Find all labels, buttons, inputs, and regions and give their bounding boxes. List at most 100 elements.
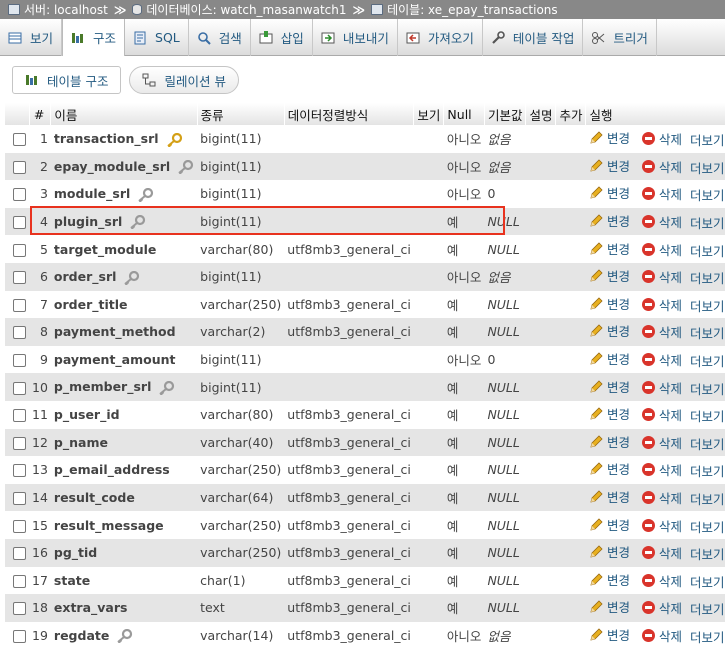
column-name[interactable]: state [54, 573, 90, 588]
more-link[interactable]: 더보기 [690, 185, 725, 204]
column-name[interactable]: p_member_srl [54, 379, 151, 394]
column-name[interactable]: epay_module_srl [54, 159, 170, 174]
change-link[interactable]: 변경 [589, 321, 630, 340]
more-link[interactable]: 더보기 [690, 544, 725, 563]
more-link[interactable]: 더보기 [690, 572, 725, 591]
row-checkbox[interactable] [13, 409, 26, 423]
change-link[interactable]: 변경 [589, 211, 630, 230]
change-link[interactable]: 변경 [589, 377, 630, 396]
row-checkbox[interactable] [13, 602, 26, 616]
drop-link[interactable]: 삭제 [642, 571, 682, 590]
breadcrumb-server[interactable]: 서버: localhost [24, 1, 108, 18]
column-name[interactable]: plugin_srl [54, 214, 122, 229]
tab-insert[interactable]: 삽입 [251, 19, 313, 56]
more-link[interactable]: 더보기 [690, 268, 725, 287]
column-name[interactable]: pg_tid [54, 545, 97, 560]
change-link[interactable]: 변경 [589, 597, 630, 616]
column-name[interactable]: extra_vars [54, 600, 128, 615]
drop-link[interactable]: 삭제 [642, 157, 682, 176]
change-link[interactable]: 변경 [589, 432, 630, 451]
header-collation[interactable]: 데이터정렬방식 [284, 103, 415, 125]
drop-link[interactable]: 삭제 [642, 598, 682, 617]
row-checkbox[interactable] [13, 519, 26, 533]
drop-link[interactable]: 삭제 [642, 543, 682, 562]
tab-search[interactable]: 검색 [189, 19, 251, 56]
change-link[interactable]: 변경 [589, 459, 630, 478]
tab-export[interactable]: 내보내기 [313, 19, 398, 56]
change-link[interactable]: 변경 [589, 542, 630, 561]
column-name[interactable]: module_srl [54, 186, 130, 201]
change-link[interactable]: 변경 [589, 349, 630, 368]
header-null[interactable]: Null [443, 103, 485, 125]
column-name[interactable]: p_email_address [54, 462, 170, 477]
change-link[interactable]: 변경 [589, 239, 630, 258]
header-extra[interactable]: 추가 [555, 103, 587, 125]
more-link[interactable]: 더보기 [690, 517, 725, 536]
tab-trigger[interactable]: 트리거 [583, 19, 657, 56]
drop-link[interactable]: 삭제 [642, 433, 682, 452]
breadcrumb-table[interactable]: 테이블: xe_epay_transactions [387, 1, 558, 18]
drop-link[interactable]: 삭제 [642, 350, 682, 369]
change-link[interactable]: 변경 [589, 156, 630, 175]
row-checkbox[interactable] [13, 160, 26, 174]
tab-sql[interactable]: SQL [125, 19, 189, 56]
row-checkbox[interactable] [13, 547, 26, 561]
drop-link[interactable]: 삭제 [642, 212, 682, 231]
drop-link[interactable]: 삭제 [642, 460, 682, 479]
more-link[interactable]: 더보기 [690, 406, 725, 425]
drop-link[interactable]: 삭제 [642, 405, 682, 424]
column-name[interactable]: payment_method [54, 324, 176, 339]
more-link[interactable]: 더보기 [690, 379, 725, 398]
more-link[interactable]: 더보기 [690, 627, 725, 646]
column-name[interactable]: result_message [54, 518, 164, 533]
column-name[interactable]: target_module [54, 242, 156, 257]
row-checkbox[interactable] [13, 133, 26, 147]
header-attributes[interactable]: 보기 [413, 103, 445, 125]
row-checkbox[interactable] [13, 243, 26, 257]
more-link[interactable]: 더보기 [690, 599, 725, 618]
change-link[interactable]: 변경 [589, 183, 630, 202]
change-link[interactable]: 변경 [589, 128, 630, 147]
row-checkbox[interactable] [13, 326, 26, 340]
relation-view-button[interactable]: 릴레이션 뷰 [129, 66, 239, 94]
tab-wrench[interactable]: 테이블 작업 [483, 19, 584, 56]
column-name[interactable]: order_srl [54, 269, 116, 284]
header-default[interactable]: 기본값 [484, 103, 527, 125]
drop-link[interactable]: 삭제 [642, 516, 682, 535]
drop-link[interactable]: 삭제 [642, 129, 682, 148]
row-checkbox[interactable] [13, 629, 26, 643]
row-checkbox[interactable] [13, 216, 26, 230]
drop-link[interactable]: 삭제 [642, 378, 682, 397]
column-name[interactable]: transaction_srl [54, 131, 159, 146]
change-link[interactable]: 변경 [589, 625, 630, 644]
column-name[interactable]: p_user_id [54, 407, 120, 422]
more-link[interactable]: 더보기 [690, 461, 725, 480]
drop-link[interactable]: 삭제 [642, 322, 682, 341]
row-checkbox[interactable] [13, 492, 26, 506]
header-name[interactable]: 이름 [50, 103, 198, 125]
row-checkbox[interactable] [13, 381, 26, 395]
more-link[interactable]: 더보기 [690, 130, 725, 149]
drop-link[interactable]: 삭제 [642, 184, 682, 203]
change-link[interactable]: 변경 [589, 294, 630, 313]
change-link[interactable]: 변경 [589, 404, 630, 423]
drop-link[interactable]: 삭제 [642, 240, 682, 259]
change-link[interactable]: 변경 [589, 570, 630, 589]
row-checkbox[interactable] [13, 464, 26, 478]
header-type[interactable]: 종류 [197, 103, 285, 125]
drop-link[interactable]: 삭제 [642, 295, 682, 314]
drop-link[interactable]: 삭제 [642, 626, 682, 645]
more-link[interactable]: 더보기 [690, 158, 725, 177]
column-name[interactable]: regdate [54, 628, 109, 643]
row-checkbox[interactable] [13, 574, 26, 588]
column-name[interactable]: order_title [54, 297, 128, 312]
drop-link[interactable]: 삭제 [642, 488, 682, 507]
change-link[interactable]: 변경 [589, 515, 630, 534]
row-checkbox[interactable] [13, 436, 26, 450]
row-checkbox[interactable] [13, 188, 26, 202]
header-comment[interactable]: 설명 [525, 103, 557, 125]
more-link[interactable]: 더보기 [690, 213, 725, 232]
more-link[interactable]: 더보기 [690, 241, 725, 260]
drop-link[interactable]: 삭제 [642, 267, 682, 286]
tab-structure[interactable]: 구조 [62, 19, 126, 56]
